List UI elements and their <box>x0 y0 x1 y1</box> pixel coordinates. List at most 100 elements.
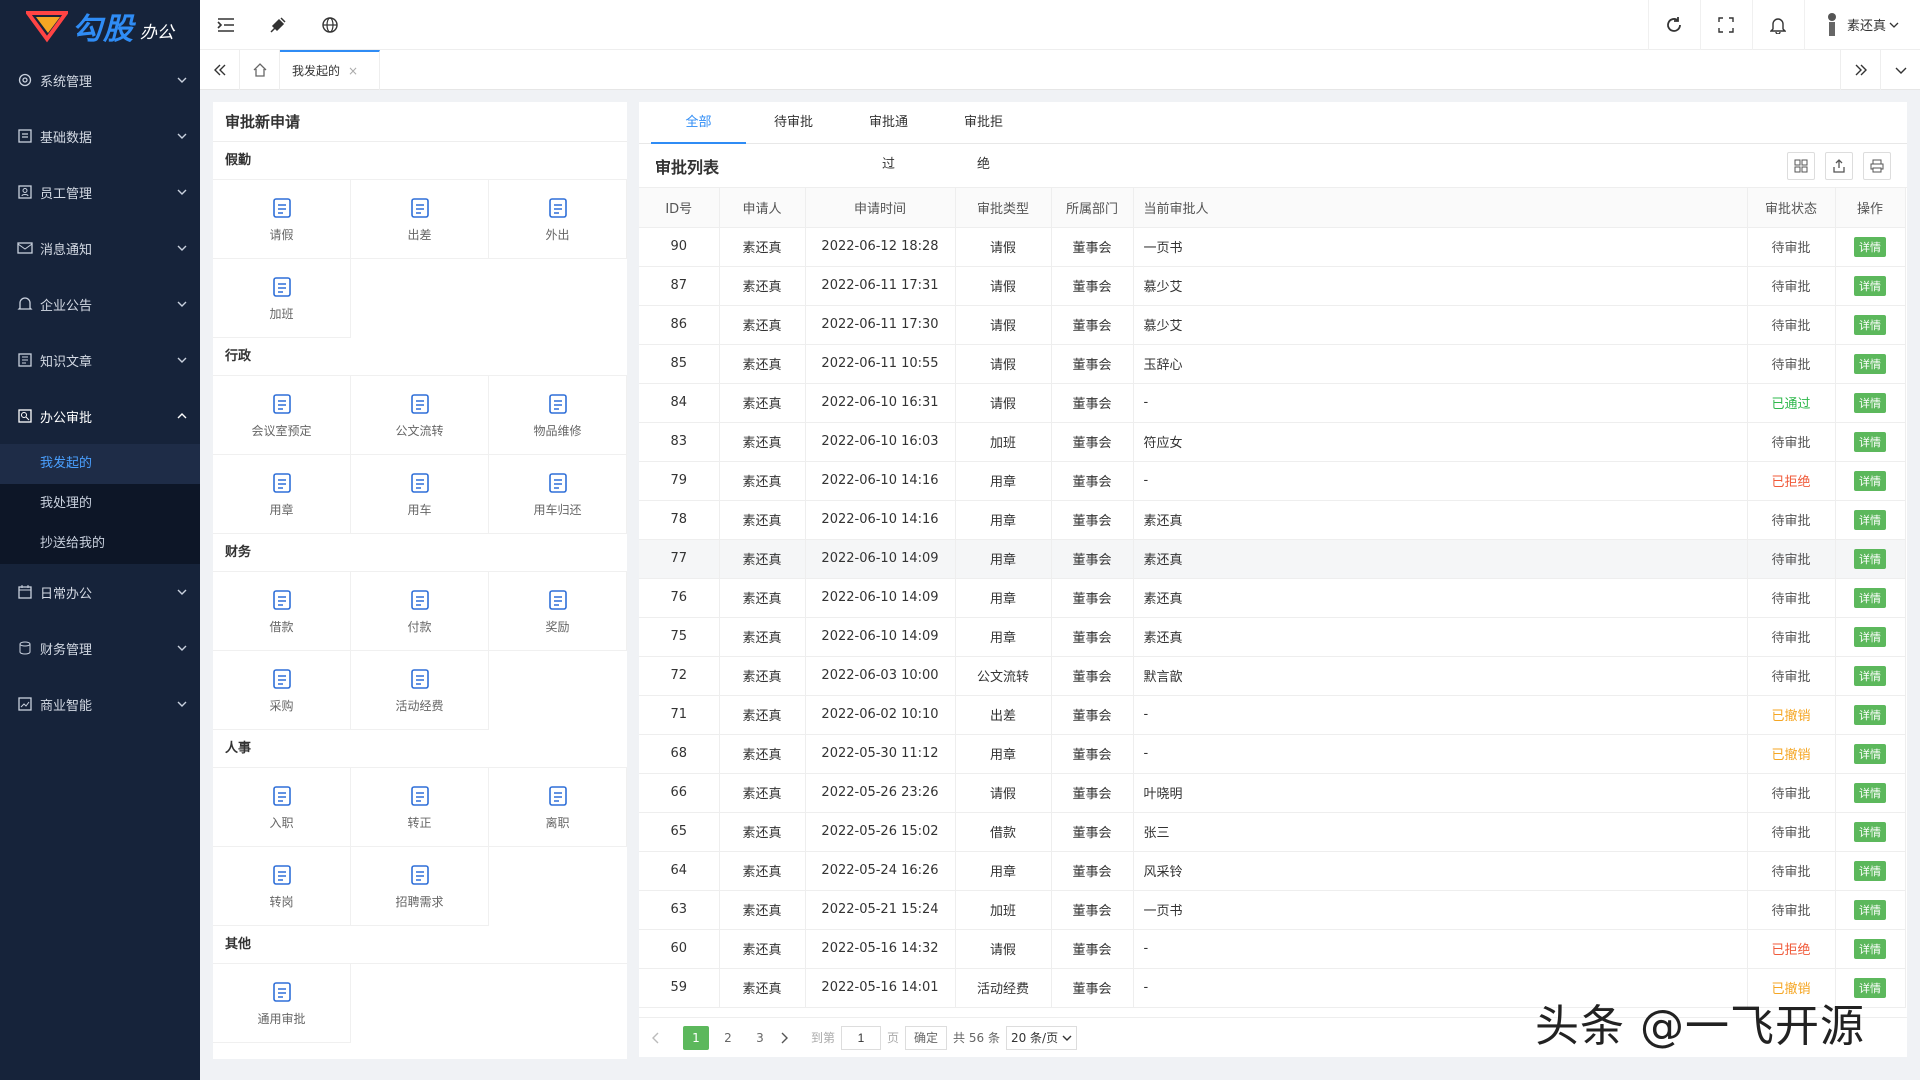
application-type-button[interactable]: 付款 <box>351 572 489 651</box>
application-type-button[interactable]: 用车 <box>351 455 489 534</box>
scroll-tabs-right-icon[interactable] <box>1840 49 1880 90</box>
application-type-button[interactable]: 入职 <box>213 768 351 847</box>
application-type-button[interactable]: 通用审批 <box>213 964 351 1043</box>
print-icon[interactable] <box>1863 151 1891 180</box>
user-menu[interactable]: 素还真 <box>1803 0 1920 50</box>
detail-button[interactable]: 详情 <box>1854 275 1886 296</box>
detail-button[interactable]: 详情 <box>1854 587 1886 608</box>
detail-button[interactable]: 详情 <box>1854 899 1886 920</box>
tabs-dropdown-icon[interactable] <box>1880 49 1920 90</box>
application-type-button[interactable]: 请假 <box>213 180 351 259</box>
application-type-button[interactable]: 转岗 <box>213 847 351 926</box>
application-type-button[interactable]: 招聘需求 <box>351 847 489 926</box>
sidebar-item-1[interactable]: 基础数据 <box>0 108 200 164</box>
goto-confirm-button[interactable]: 确定 <box>905 1025 948 1050</box>
status-tab-1[interactable]: 待审批 <box>746 102 841 144</box>
table-row[interactable]: 79 素还真 2022-06-10 14:16 用章 董事会 - 已拒绝 详情 <box>639 461 1906 501</box>
application-type-button[interactable]: 活动经费 <box>351 651 489 730</box>
columns-filter-icon[interactable] <box>1787 151 1815 180</box>
table-row[interactable]: 83 素还真 2022-06-10 16:03 加班 董事会 符应女 待审批 详情 <box>639 422 1906 462</box>
sidebar-item-5[interactable]: 知识文章 <box>0 332 200 388</box>
application-type-button[interactable]: 转正 <box>351 768 489 847</box>
home-icon[interactable] <box>240 49 280 90</box>
table-row[interactable]: 65 素还真 2022-05-26 15:02 借款 董事会 张三 待审批 详情 <box>639 812 1906 852</box>
application-type-button[interactable]: 物品维修 <box>489 376 627 455</box>
refresh-icon[interactable] <box>1647 0 1700 50</box>
table-row[interactable]: 72 素还真 2022-06-03 10:00 公文流转 董事会 默言歆 待审批 详情 <box>639 656 1906 696</box>
detail-button[interactable]: 详情 <box>1854 665 1886 686</box>
sidebar-item-7[interactable]: 日常办公 <box>0 564 200 620</box>
detail-button[interactable]: 详情 <box>1854 548 1886 569</box>
detail-button[interactable]: 详情 <box>1854 626 1886 647</box>
status-tab-3[interactable]: 审批拒绝 <box>936 102 1031 172</box>
application-type-button[interactable]: 加班 <box>213 259 351 338</box>
detail-button[interactable]: 详情 <box>1854 509 1886 530</box>
sidebar-subitem-2[interactable]: 抄送给我的 <box>0 524 200 564</box>
detail-button[interactable]: 详情 <box>1854 704 1886 725</box>
table-row[interactable]: 85 素还真 2022-06-11 10:55 请假 董事会 玉辞心 待审批 详情 <box>639 344 1906 384</box>
application-type-button[interactable]: 奖励 <box>489 572 627 651</box>
table-row[interactable]: 64 素还真 2022-05-24 16:26 用章 董事会 风采铃 待审批 详情 <box>639 851 1906 891</box>
sidebar-item-2[interactable]: 员工管理 <box>0 164 200 220</box>
scroll-tabs-left-icon[interactable] <box>200 49 240 90</box>
detail-button[interactable]: 详情 <box>1854 236 1886 257</box>
tab-current-page[interactable]: 我发起的 × <box>280 49 380 90</box>
detail-button[interactable]: 详情 <box>1854 860 1886 881</box>
table-row[interactable]: 77 素还真 2022-06-10 14:09 用章 董事会 素还真 待审批 详情 <box>639 539 1906 579</box>
table-row[interactable]: 71 素还真 2022-06-02 10:10 出差 董事会 - 已撤销 详情 <box>639 695 1906 735</box>
table-row[interactable]: 60 素还真 2022-05-16 14:32 请假 董事会 - 已拒绝 详情 <box>639 929 1906 969</box>
sidebar-item-6[interactable]: 办公审批 <box>0 388 200 444</box>
table-row[interactable]: 78 素还真 2022-06-10 14:16 用章 董事会 素还真 待审批 详情 <box>639 500 1906 540</box>
goto-page-input[interactable] <box>841 1025 882 1050</box>
application-type-button[interactable]: 离职 <box>489 768 627 847</box>
detail-button[interactable]: 详情 <box>1854 743 1886 764</box>
sidebar-item-0[interactable]: 系统管理 <box>0 52 200 108</box>
table-row[interactable]: 90 素还真 2022-06-12 18:28 请假 董事会 一页书 待审批 详情 <box>639 227 1906 267</box>
detail-button[interactable]: 详情 <box>1854 431 1886 452</box>
sidebar-item-9[interactable]: 商业智能 <box>0 676 200 732</box>
fullscreen-icon[interactable] <box>1699 0 1752 50</box>
table-row[interactable]: 76 素还真 2022-06-10 14:09 用章 董事会 素还真 待审批 详情 <box>639 578 1906 618</box>
detail-button[interactable]: 详情 <box>1854 392 1886 413</box>
sidebar-item-4[interactable]: 企业公告 <box>0 276 200 332</box>
application-type-button[interactable]: 会议室预定 <box>213 376 351 455</box>
detail-button[interactable]: 详情 <box>1854 938 1886 959</box>
table-row[interactable]: 68 素还真 2022-05-30 11:12 用章 董事会 - 已撤销 详情 <box>639 734 1906 774</box>
application-type-button[interactable]: 采购 <box>213 651 351 730</box>
detail-button[interactable]: 详情 <box>1854 782 1886 803</box>
application-type-button[interactable]: 出差 <box>351 180 489 259</box>
table-row[interactable]: 84 素还真 2022-06-10 16:31 请假 董事会 - 已通过 详情 <box>639 383 1906 423</box>
table-row[interactable]: 75 素还真 2022-06-10 14:09 用章 董事会 素还真 待审批 详情 <box>639 617 1906 657</box>
sidebar-item-3[interactable]: 消息通知 <box>0 220 200 276</box>
clear-cache-icon[interactable] <box>252 0 304 50</box>
application-type-button[interactable]: 外出 <box>489 180 627 259</box>
tab-close-icon[interactable]: × <box>348 64 358 78</box>
table-row[interactable]: 66 素还真 2022-05-26 23:26 请假 董事会 叶晓明 待审批 详情 <box>639 773 1906 813</box>
application-type-button[interactable]: 公文流转 <box>351 376 489 455</box>
notification-bell-icon[interactable] <box>1751 0 1804 50</box>
application-type-button[interactable]: 用章 <box>213 455 351 534</box>
sidebar-item-8[interactable]: 财务管理 <box>0 620 200 676</box>
detail-button[interactable]: 详情 <box>1854 821 1886 842</box>
table-row[interactable]: 87 素还真 2022-06-11 17:31 请假 董事会 慕少艾 待审批 详情 <box>639 266 1906 306</box>
next-page-icon[interactable] <box>779 1026 805 1050</box>
application-type-button[interactable]: 借款 <box>213 572 351 651</box>
detail-button[interactable]: 详情 <box>1854 314 1886 335</box>
detail-button[interactable]: 详情 <box>1854 470 1886 491</box>
table-row[interactable]: 86 素还真 2022-06-11 17:30 请假 董事会 慕少艾 待审批 详情 <box>639 305 1906 345</box>
globe-icon[interactable] <box>304 0 356 50</box>
sidebar-subitem-1[interactable]: 我处理的 <box>0 484 200 524</box>
table-row[interactable]: 63 素还真 2022-05-21 15:24 加班 董事会 一页书 待审批 详情 <box>639 890 1906 930</box>
prev-page-icon[interactable] <box>651 1026 677 1050</box>
application-type-button[interactable]: 用车归还 <box>489 455 627 534</box>
page-1[interactable]: 1 <box>683 1025 709 1050</box>
detail-button[interactable]: 详情 <box>1854 353 1886 374</box>
status-tab-2[interactable]: 审批通过 <box>841 102 936 172</box>
export-icon[interactable] <box>1825 151 1853 180</box>
page-size-select[interactable]: 20 条/页 <box>1005 1025 1078 1050</box>
menu-toggle-icon[interactable] <box>200 0 252 50</box>
page-2[interactable]: 2 <box>715 1026 741 1050</box>
sidebar-subitem-0[interactable]: 我发起的 <box>0 444 200 484</box>
status-tab-0[interactable]: 全部 <box>651 102 746 144</box>
page-3[interactable]: 3 <box>747 1026 773 1050</box>
